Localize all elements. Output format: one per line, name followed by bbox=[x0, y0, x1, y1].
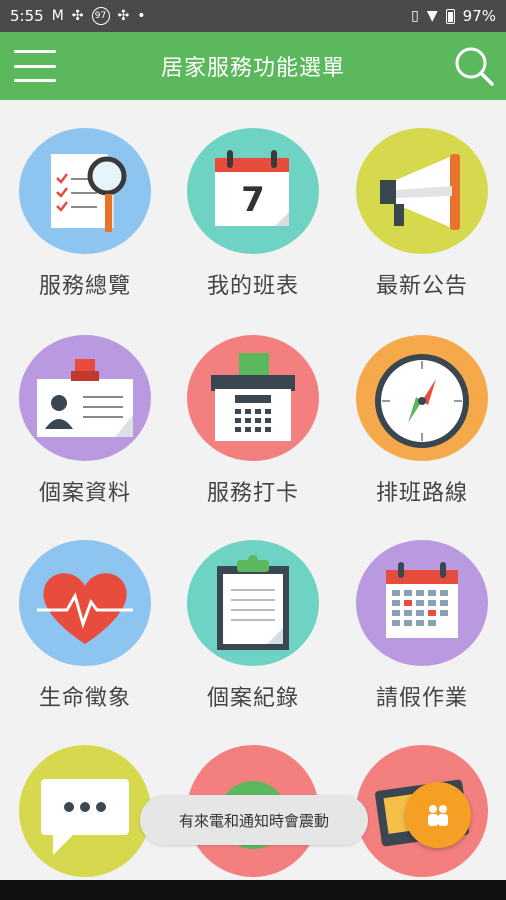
calendar-grid-icon bbox=[356, 540, 488, 666]
checklist-magnifier-icon bbox=[19, 128, 151, 254]
megaphone-icon bbox=[356, 128, 488, 254]
clipboard-icon bbox=[187, 540, 319, 666]
status-right: ▯ ▼ 97% bbox=[411, 7, 496, 25]
wifi-icon: ▼ bbox=[426, 8, 438, 24]
menu-item-label: 個案資料 bbox=[38, 481, 131, 506]
menu-item-label: 最新公告 bbox=[375, 274, 468, 299]
battery-percent: 97% bbox=[462, 7, 496, 25]
people-fab-button[interactable] bbox=[405, 782, 471, 848]
calendar-day-number: 7 bbox=[241, 180, 265, 220]
status-left: 5:55 M ✣ 97 ✣ • bbox=[10, 7, 146, 25]
chat-bubble-icon bbox=[19, 745, 151, 877]
menu-item-label: 我的班表 bbox=[206, 274, 299, 299]
status-time: 5:55 bbox=[10, 7, 44, 25]
pinwheel-icon-2: ✣ bbox=[117, 8, 130, 24]
menu-item-service-punch[interactable]: 服務打卡 bbox=[169, 307, 337, 507]
system-nav-bar bbox=[0, 880, 506, 900]
punch-clock-icon bbox=[187, 335, 319, 461]
menu-item-label: 服務打卡 bbox=[206, 481, 299, 506]
hamburger-menu-icon[interactable] bbox=[14, 50, 56, 82]
menu-item-vital-signs[interactable]: 生命徵象 bbox=[1, 512, 169, 712]
battery-icon bbox=[445, 8, 455, 24]
pinwheel-icon: ✣ bbox=[71, 8, 84, 24]
menu-item-case-data[interactable]: 個案資料 bbox=[1, 307, 169, 507]
app-bar: 居家服務功能選單 bbox=[0, 32, 506, 100]
search-icon[interactable] bbox=[452, 44, 496, 88]
menu-item-label: 生命徵象 bbox=[38, 686, 131, 711]
toast-message: 有來電和通知時會震動 bbox=[140, 795, 368, 845]
id-card-icon bbox=[19, 335, 151, 461]
vibrate-icon: ▯ bbox=[411, 8, 419, 24]
menu-item-my-schedule[interactable]: 7 我的班表 bbox=[169, 100, 337, 300]
menu-item-service-overview[interactable]: 服務總覽 bbox=[1, 100, 169, 300]
menu-item-announcements[interactable]: 最新公告 bbox=[338, 100, 506, 300]
gmail-icon: M bbox=[51, 8, 64, 24]
menu-item-leave-request[interactable]: 請假作業 bbox=[338, 512, 506, 712]
status-bar: 5:55 M ✣ 97 ✣ • ▯ ▼ 97% bbox=[0, 0, 506, 32]
menu-item-label: 排班路線 bbox=[375, 481, 468, 506]
people-icon bbox=[428, 805, 448, 826]
page-title: 居家服務功能選單 bbox=[160, 56, 345, 81]
heartbeat-icon bbox=[19, 540, 151, 666]
notification-badge: 97 bbox=[91, 7, 110, 25]
compass-icon bbox=[356, 335, 488, 461]
menu-item-label: 請假作業 bbox=[375, 686, 468, 711]
menu-item-label: 個案紀錄 bbox=[206, 686, 299, 711]
menu-item-label: 服務總覽 bbox=[38, 274, 131, 299]
menu-item-case-records[interactable]: 個案紀錄 bbox=[169, 512, 337, 712]
dot-icon: • bbox=[137, 8, 146, 24]
calendar-icon: 7 bbox=[187, 128, 319, 254]
menu-item-schedule-route[interactable]: 排班路線 bbox=[338, 307, 506, 507]
